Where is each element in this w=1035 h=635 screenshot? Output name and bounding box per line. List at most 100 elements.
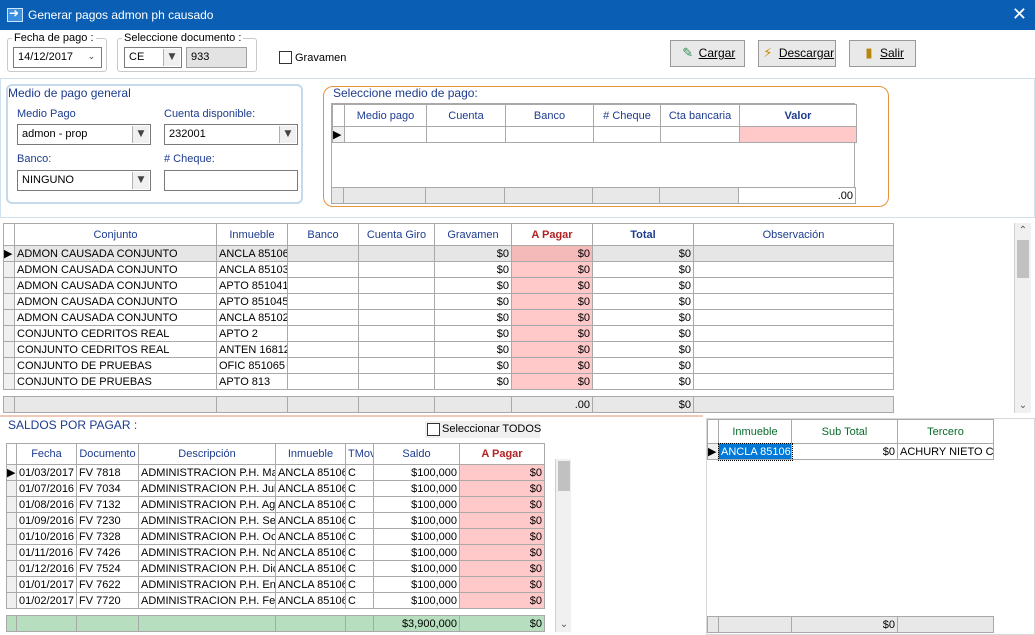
table-row[interactable]: CONJUNTO DE PRUEBAS APTO 813 $0 $0 $0 bbox=[3, 373, 894, 390]
scroll-down-icon[interactable]: ⌄ bbox=[1015, 400, 1031, 411]
cell-descripcion[interactable]: ADMINISTRACION P.H. Ene bbox=[138, 576, 276, 593]
cell-a-pagar[interactable]: $0 bbox=[459, 576, 545, 593]
cuenta-select[interactable]: 232001 ▼ bbox=[164, 124, 298, 145]
cell-a-pagar[interactable]: $0 bbox=[459, 496, 545, 513]
cell-a-pagar[interactable]: $0 bbox=[511, 373, 593, 390]
cell-documento[interactable]: FV 7132 bbox=[76, 496, 139, 513]
col-cta-bancaria[interactable]: Cta bancaria bbox=[660, 104, 740, 127]
cell-descripcion[interactable]: ADMINISTRACION P.H. Feb bbox=[138, 592, 276, 609]
cell-a-pagar[interactable]: $0 bbox=[511, 357, 593, 374]
banco-select[interactable]: NINGUNO ▼ bbox=[17, 170, 151, 191]
table-row[interactable]: ADMON CAUSADA CONJUNTO ANCLA 85102 $0 $0 $0 bbox=[3, 309, 894, 326]
table-row[interactable]: ADMON CAUSADA CONJUNTO APTO 851045 $0 $0 $0 bbox=[3, 293, 894, 310]
cell-banco[interactable] bbox=[287, 277, 359, 294]
col-tmov[interactable]: TMov bbox=[345, 443, 374, 465]
col-banco[interactable]: Banco bbox=[287, 223, 359, 246]
table-row[interactable]: CONJUNTO CEDRITOS REAL APTO 2 $0 $0 $0 bbox=[3, 325, 894, 342]
cell-inmueble[interactable]: ANCLA 85106 bbox=[275, 512, 346, 529]
cell-a-pagar[interactable]: $0 bbox=[511, 277, 593, 294]
cell-documento[interactable]: FV 7426 bbox=[76, 544, 139, 561]
cell-inmueble[interactable]: ANCLA 85106 bbox=[275, 480, 346, 497]
col-tercero[interactable]: Tercero bbox=[897, 419, 994, 444]
cell-conjunto[interactable]: CONJUNTO CEDRITOS REAL bbox=[14, 325, 217, 342]
cell-banco[interactable] bbox=[287, 357, 359, 374]
cell-tmov[interactable]: C bbox=[345, 592, 374, 609]
saldos-grid[interactable]: Fecha Documento Descripción Inmueble TMo… bbox=[6, 443, 572, 632]
resumen-grid[interactable]: Inmueble Sub Total Tercero ▶ ANCLA 85106 $… bbox=[706, 418, 1035, 635]
col-cuenta-giro[interactable]: Cuenta Giro bbox=[358, 223, 435, 246]
cell-total[interactable]: $0 bbox=[592, 261, 694, 278]
cell-descripcion[interactable]: ADMINISTRACION P.H. Oct bbox=[138, 528, 276, 545]
cell-descripcion[interactable]: ADMINISTRACION P.H. Jul bbox=[138, 480, 276, 497]
row-header[interactable] bbox=[6, 512, 17, 529]
cell-fecha[interactable]: 01/09/2016 bbox=[16, 512, 77, 529]
cell-observacion[interactable] bbox=[693, 373, 894, 390]
cell-inmueble[interactable]: ANTEN 168120 bbox=[216, 341, 288, 358]
cargar-button[interactable]: ✎ Cargar bbox=[670, 40, 745, 67]
cell-total[interactable]: $0 bbox=[592, 357, 694, 374]
col-sub-total[interactable]: Sub Total bbox=[791, 419, 898, 444]
cell-descripcion[interactable]: ADMINISTRACION P.H. Mar bbox=[138, 464, 276, 481]
cell-a-pagar[interactable]: $0 bbox=[511, 293, 593, 310]
cell-fecha[interactable]: 01/01/2017 bbox=[16, 576, 77, 593]
cell-banco[interactable] bbox=[287, 261, 359, 278]
col-inmueble[interactable]: Inmueble bbox=[718, 419, 792, 444]
cell-documento[interactable]: FV 7230 bbox=[76, 512, 139, 529]
new-cell[interactable] bbox=[344, 126, 427, 143]
cheque-input[interactable] bbox=[164, 170, 298, 191]
new-cell[interactable] bbox=[426, 126, 506, 143]
cell-saldo[interactable]: $100,000 bbox=[373, 560, 460, 577]
row-header[interactable] bbox=[3, 277, 15, 294]
row-header[interactable] bbox=[3, 325, 15, 342]
fecha-picker[interactable]: 14/12/2017 ⌄ bbox=[13, 47, 102, 68]
cell-conjunto[interactable]: ADMON CAUSADA CONJUNTO bbox=[14, 293, 217, 310]
close-icon[interactable]: ✕ bbox=[1012, 4, 1027, 25]
row-header[interactable] bbox=[6, 560, 17, 577]
gravamen-checkbox[interactable] bbox=[279, 51, 292, 64]
cell-cuenta-giro[interactable] bbox=[358, 309, 435, 326]
cell-cuenta-giro[interactable] bbox=[358, 325, 435, 342]
cell-total[interactable]: $0 bbox=[592, 373, 694, 390]
row-header[interactable] bbox=[3, 373, 15, 390]
cell-tmov[interactable]: C bbox=[345, 480, 374, 497]
cell-inmueble[interactable]: APTO 851041 bbox=[216, 277, 288, 294]
cell-inmueble[interactable]: ANCLA 85106 bbox=[275, 464, 346, 481]
cell-inmueble[interactable]: ANCLA 85103 bbox=[216, 261, 288, 278]
cell-gravamen[interactable]: $0 bbox=[434, 373, 512, 390]
cell-a-pagar[interactable]: $0 bbox=[511, 245, 593, 262]
medio-select-grid[interactable]: Medio pago Cuenta Banco # Cheque Cta ban… bbox=[331, 103, 857, 204]
cell-a-pagar[interactable]: $0 bbox=[511, 309, 593, 326]
col-documento[interactable]: Documento bbox=[76, 443, 139, 465]
cell-a-pagar[interactable]: $0 bbox=[459, 512, 545, 529]
cell-tmov[interactable]: C bbox=[345, 512, 374, 529]
row-header[interactable] bbox=[3, 341, 15, 358]
cell-inmueble[interactable]: ANCLA 85106 bbox=[275, 560, 346, 577]
col-conjunto[interactable]: Conjunto bbox=[14, 223, 217, 246]
cell-cuenta-giro[interactable] bbox=[358, 293, 435, 310]
cell-tmov[interactable]: C bbox=[345, 496, 374, 513]
cell-inmueble[interactable]: ANCLA 85106 bbox=[717, 442, 793, 461]
scroll-thumb[interactable] bbox=[1017, 240, 1029, 278]
cell-saldo[interactable]: $100,000 bbox=[373, 592, 460, 609]
scroll-up-icon[interactable]: ⌃ bbox=[1015, 225, 1031, 236]
cell-descripcion[interactable]: ADMINISTRACION P.H. Ago bbox=[138, 496, 276, 513]
cell-conjunto[interactable]: CONJUNTO CEDRITOS REAL bbox=[14, 341, 217, 358]
cell-a-pagar[interactable]: $0 bbox=[511, 341, 593, 358]
col-banco[interactable]: Banco bbox=[505, 104, 594, 127]
cell-banco[interactable] bbox=[287, 293, 359, 310]
scroll-thumb[interactable] bbox=[558, 461, 570, 491]
cell-total[interactable]: $0 bbox=[592, 277, 694, 294]
cell-cuenta-giro[interactable] bbox=[358, 357, 435, 374]
cell-inmueble[interactable]: APTO 813 bbox=[216, 373, 288, 390]
row-header[interactable] bbox=[3, 357, 15, 374]
select-all-checkbox[interactable] bbox=[427, 423, 440, 436]
cell-a-pagar[interactable]: $0 bbox=[459, 560, 545, 577]
cell-tmov[interactable]: C bbox=[345, 464, 374, 481]
cell-observacion[interactable] bbox=[693, 357, 894, 374]
row-header[interactable] bbox=[3, 293, 15, 310]
cell-conjunto[interactable]: ADMON CAUSADA CONJUNTO bbox=[14, 245, 217, 262]
cell-inmueble[interactable]: OFIC 851065 bbox=[216, 357, 288, 374]
cell-a-pagar[interactable]: $0 bbox=[459, 480, 545, 497]
cell-banco[interactable] bbox=[287, 245, 359, 262]
cell-saldo[interactable]: $100,000 bbox=[373, 480, 460, 497]
